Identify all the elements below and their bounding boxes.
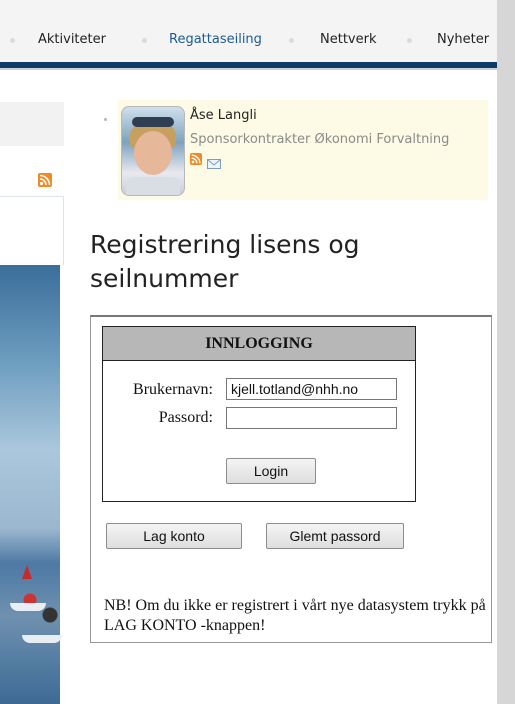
nav-separator [289,38,294,43]
nav-separator [10,38,15,43]
rss-icon[interactable] [38,173,52,187]
avatar [121,106,185,196]
sidebar-divider [0,196,64,197]
forgot-password-button[interactable]: Glemt passord [266,523,404,549]
top-navigation: Aktiviteter Regattaseiling Nettverk Nyhe… [0,0,497,62]
nav-item-nettverk[interactable]: Nettverk [320,32,376,47]
nav-separator [142,38,147,43]
login-header: INNLOGGING [103,327,415,361]
username-label: Brukernavn: [133,381,213,398]
page-title: Registrering lisens og seilnummer [90,230,360,293]
sail-shape [22,565,32,579]
rss-icon[interactable] [190,153,202,165]
bullet-icon [104,118,107,121]
login-box: INNLOGGING Brukernavn: kjell.totland@nhh… [102,326,416,502]
boat-hull [22,635,62,643]
contact-role: Sponsorkontrakter Økonomi Forvaltning [190,132,450,147]
page-scrollbar[interactable] [497,0,515,704]
boat-hull [10,603,46,611]
nav-bar-shadow [0,68,497,70]
login-button[interactable]: Login [226,458,316,484]
mail-icon[interactable] [207,154,221,169]
nav-item-nyheter[interactable]: Nyheter [437,32,489,47]
contact-name: Åse Langli [190,108,257,123]
password-field[interactable] [226,407,397,429]
avatar-jacket [126,177,180,195]
avatar-face [134,131,172,175]
username-field[interactable]: kjell.totland@nhh.no [226,378,397,400]
create-account-button[interactable]: Lag konto [106,523,242,549]
nav-item-regattaseiling[interactable]: Regattaseiling [169,32,262,47]
avatar-cap [132,117,174,127]
password-label: Passord: [158,409,213,426]
nav-separator [407,38,412,43]
registration-note: NB! Om du ikke er registrert i vårt nye … [104,597,486,634]
nav-item-aktiviteter[interactable]: Aktiviteter [38,32,106,47]
sidebar-box [0,102,64,146]
sidebar-border [63,196,64,266]
sailing-photo [0,265,62,704]
